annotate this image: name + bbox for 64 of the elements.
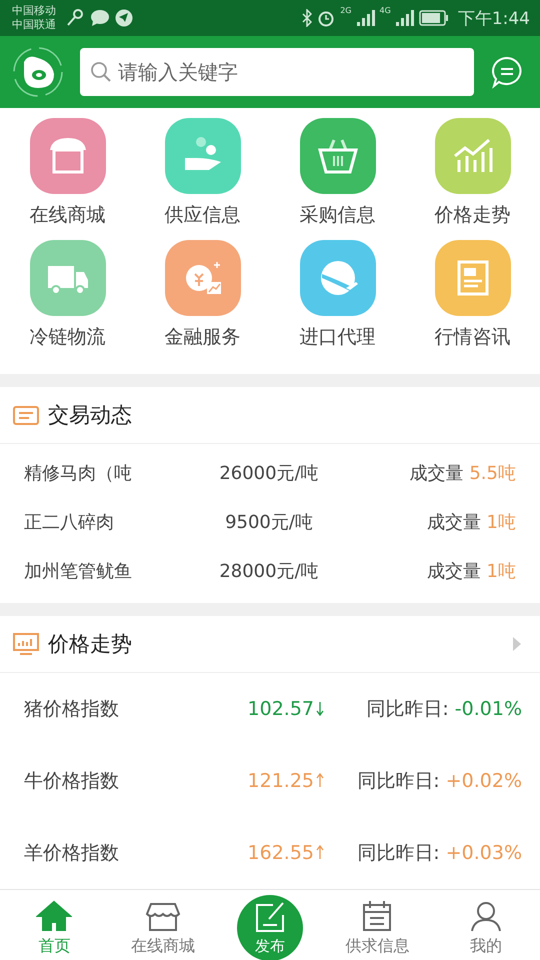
monitor-chart-icon (12, 632, 40, 656)
ticket-icon (12, 403, 40, 427)
section-title: 交易动态 (48, 402, 132, 429)
change-label: 同比昨日: (366, 698, 449, 720)
change-value: -0.01% (454, 698, 522, 720)
nav-tab[interactable]: 首页 (0, 900, 108, 956)
search-icon (90, 61, 112, 83)
user-icon (470, 900, 502, 932)
bluetooth-icon (302, 9, 312, 27)
trend-arrow-icon (316, 845, 324, 861)
index-value: 121.25 (248, 770, 314, 792)
calendar-icon (361, 900, 394, 932)
chat-icon (90, 9, 110, 27)
category-item[interactable]: 采购信息 (270, 118, 405, 228)
volume-label: 成交量 (426, 512, 481, 532)
price: 9500元/吨 (224, 510, 314, 534)
index-value: 162.55 (248, 842, 314, 864)
nav-tab[interactable]: 在线商城 (108, 900, 217, 956)
volume: 1吨 (486, 512, 516, 532)
product-name: 正二八碎肉 (24, 510, 115, 534)
nav-tab[interactable]: 供求信息 (323, 900, 432, 956)
section-title: 价格走势 (48, 631, 132, 658)
category-item[interactable]: 进口代理 (270, 240, 405, 350)
category-item[interactable]: 行情咨讯 (405, 240, 540, 350)
alarm-icon (317, 9, 336, 27)
index-value: 102.57 (248, 698, 314, 720)
edit-icon (253, 900, 287, 934)
trend-arrow-icon (316, 701, 324, 717)
signal-icon (356, 10, 375, 26)
network-type: 2G (340, 6, 352, 15)
change-value: +0.02% (446, 770, 522, 792)
change-label: 同比昨日: (357, 770, 440, 792)
carrier-name: 中国移动 (12, 4, 56, 18)
trend-arrow-icon (316, 773, 324, 789)
search-field[interactable]: 请输入关键字 (80, 48, 474, 96)
product-name: 加州笔管鱿鱼 (24, 560, 133, 582)
signal-icon (396, 10, 414, 26)
volume-label: 成交量 (426, 560, 481, 582)
volume: 5.5吨 (469, 462, 516, 484)
change-value: +0.03% (446, 842, 522, 864)
product-name: 精修马肉（吨 (24, 462, 133, 484)
network-type: 4G (380, 6, 391, 15)
index-name: 猪价格指数 (24, 697, 120, 722)
nav-tab[interactable]: 我的 (432, 900, 540, 956)
category-item[interactable]: 在线商城 (0, 118, 135, 228)
price: 26000元/吨 (218, 462, 320, 484)
volume: 1吨 (486, 560, 516, 582)
clock: 下午1:44 (458, 8, 530, 30)
carrier-name: 中国联通 (12, 18, 56, 32)
index-name: 羊价格指数 (24, 841, 120, 866)
category-item[interactable]: 冷链物流 (0, 240, 135, 350)
home-icon (36, 900, 72, 932)
send-icon (115, 9, 133, 27)
change-label: 同比昨日: (357, 842, 440, 864)
app-logo (12, 46, 64, 98)
category-item[interactable]: 价格走势 (405, 118, 540, 228)
volume-label: 成交量 (410, 462, 464, 484)
battery-icon (418, 10, 449, 26)
price: 28000元/吨 (218, 560, 320, 582)
message-icon[interactable] (490, 55, 524, 89)
index-name: 牛价格指数 (24, 769, 120, 794)
nav-tab[interactable]: 发布 (237, 895, 303, 960)
category-item[interactable]: 供应信息 (135, 118, 270, 228)
category-item[interactable]: 金融服务 (135, 240, 270, 350)
